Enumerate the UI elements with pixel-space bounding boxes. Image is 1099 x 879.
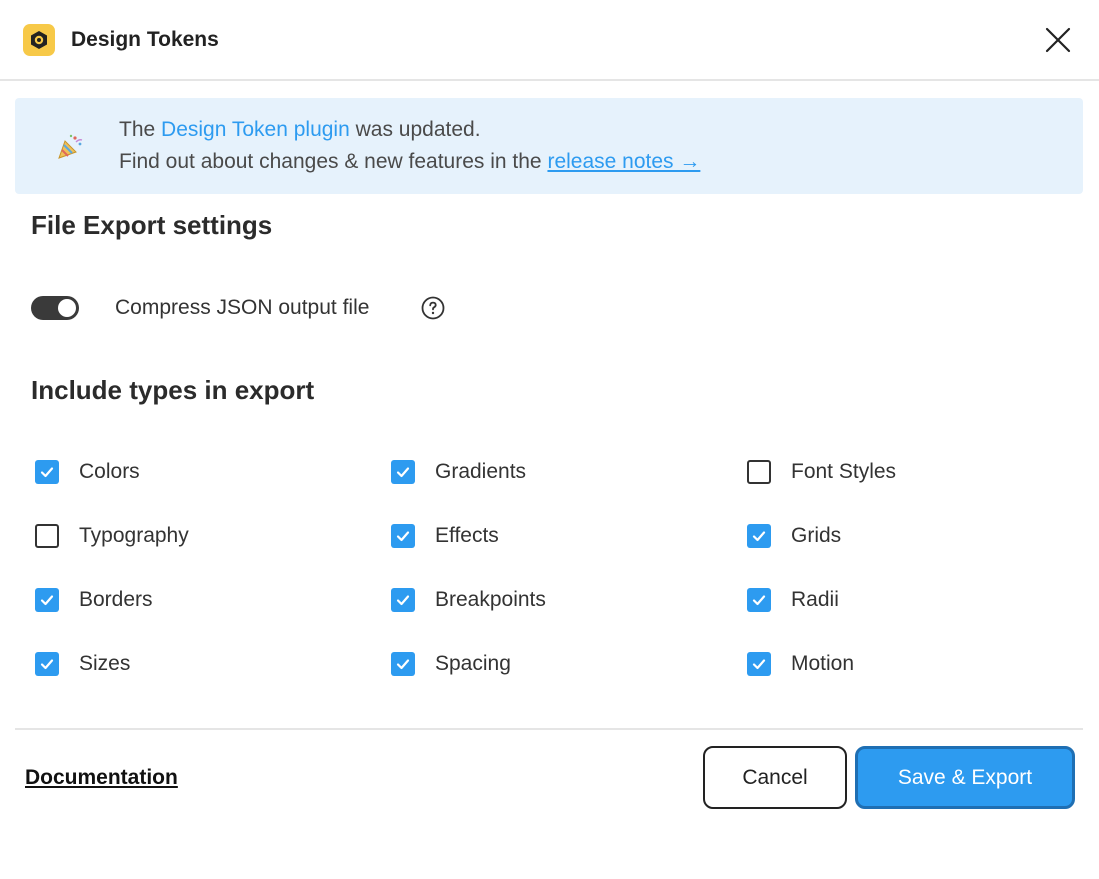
checkmark-icon <box>40 595 54 606</box>
checkbox-box[interactable] <box>747 460 771 484</box>
checkbox-label: Typography <box>79 524 189 547</box>
checkmark-icon <box>396 595 410 606</box>
save-export-button[interactable]: Save & Export <box>855 746 1075 809</box>
checkbox-label: Borders <box>79 588 153 611</box>
compress-json-toggle[interactable] <box>31 296 79 320</box>
checkbox-label: Motion <box>791 652 855 675</box>
checkbox-box[interactable] <box>391 652 415 676</box>
checkbox-motion[interactable]: Motion <box>747 649 854 679</box>
checkbox-box[interactable] <box>391 524 415 548</box>
plugin-link[interactable]: Design Token plugin <box>161 118 350 141</box>
checkbox-label: Spacing <box>435 652 511 675</box>
banner-text: was updated. <box>349 118 481 141</box>
checkbox-effects[interactable]: Effects <box>391 521 499 551</box>
checkbox-label: Font Styles <box>791 460 897 483</box>
update-banner: The Design Token plugin was updated. Fin… <box>15 98 1083 194</box>
checkbox-borders[interactable]: Borders <box>35 585 153 615</box>
checkbox-label: Effects <box>435 524 499 547</box>
help-circle-icon[interactable] <box>421 296 445 320</box>
design-tokens-logo-icon <box>23 24 55 56</box>
file-export-heading: File Export settings <box>31 210 273 240</box>
checkbox-colors[interactable]: Colors <box>35 457 140 487</box>
compress-json-label: Compress JSON output file <box>115 296 370 319</box>
checkbox-breakpoints[interactable]: Breakpoints <box>391 585 546 615</box>
checkbox-grids[interactable]: Grids <box>747 521 841 551</box>
release-notes-link[interactable]: release notes → <box>547 150 700 173</box>
checkbox-box[interactable] <box>747 652 771 676</box>
checkmark-icon <box>752 595 766 606</box>
checkbox-label: Radii <box>791 588 839 611</box>
checkbox-box[interactable] <box>35 588 59 612</box>
banner-text: The <box>119 118 162 141</box>
party-popper-icon <box>55 132 85 162</box>
checkbox-box[interactable] <box>391 588 415 612</box>
footer-divider <box>15 728 1083 730</box>
checkmark-icon <box>752 531 766 542</box>
checkbox-box[interactable] <box>747 588 771 612</box>
checkbox-spacing[interactable]: Spacing <box>391 649 511 679</box>
checkmark-icon <box>396 531 410 542</box>
checkmark-icon <box>40 467 54 478</box>
checkbox-box[interactable] <box>391 460 415 484</box>
checkbox-gradients[interactable]: Gradients <box>391 457 526 487</box>
cancel-button[interactable]: Cancel <box>703 746 847 809</box>
banner-message-line-1: The Design Token plugin was updated. <box>119 118 481 142</box>
window-title: Design Tokens <box>71 28 219 51</box>
title-bar: Design Tokens <box>0 0 1099 81</box>
checkbox-font-styles[interactable]: Font Styles <box>747 457 896 487</box>
checkmark-icon <box>396 467 410 478</box>
checkbox-box[interactable] <box>35 524 59 548</box>
checkbox-label: Sizes <box>79 652 131 675</box>
documentation-link[interactable]: Documentation <box>25 766 178 790</box>
checkmark-icon <box>40 659 54 670</box>
checkbox-box[interactable] <box>747 524 771 548</box>
checkbox-box[interactable] <box>35 460 59 484</box>
include-types-heading: Include types in export <box>31 375 315 405</box>
checkmark-icon <box>752 659 766 670</box>
banner-text: Find out about changes & new features in… <box>119 150 548 173</box>
close-icon[interactable] <box>1042 24 1074 56</box>
checkbox-sizes[interactable]: Sizes <box>35 649 130 679</box>
checkbox-typography[interactable]: Typography <box>35 521 189 551</box>
toggle-knob <box>58 299 76 317</box>
checkbox-label: Colors <box>79 460 140 483</box>
checkmark-icon <box>396 659 410 670</box>
checkbox-label: Gradients <box>435 460 527 483</box>
checkbox-label: Grids <box>791 524 842 547</box>
checkbox-label: Breakpoints <box>435 588 546 611</box>
checkbox-radii[interactable]: Radii <box>747 585 839 615</box>
checkbox-box[interactable] <box>35 652 59 676</box>
banner-message-line-2: Find out about changes & new features in… <box>119 150 700 174</box>
